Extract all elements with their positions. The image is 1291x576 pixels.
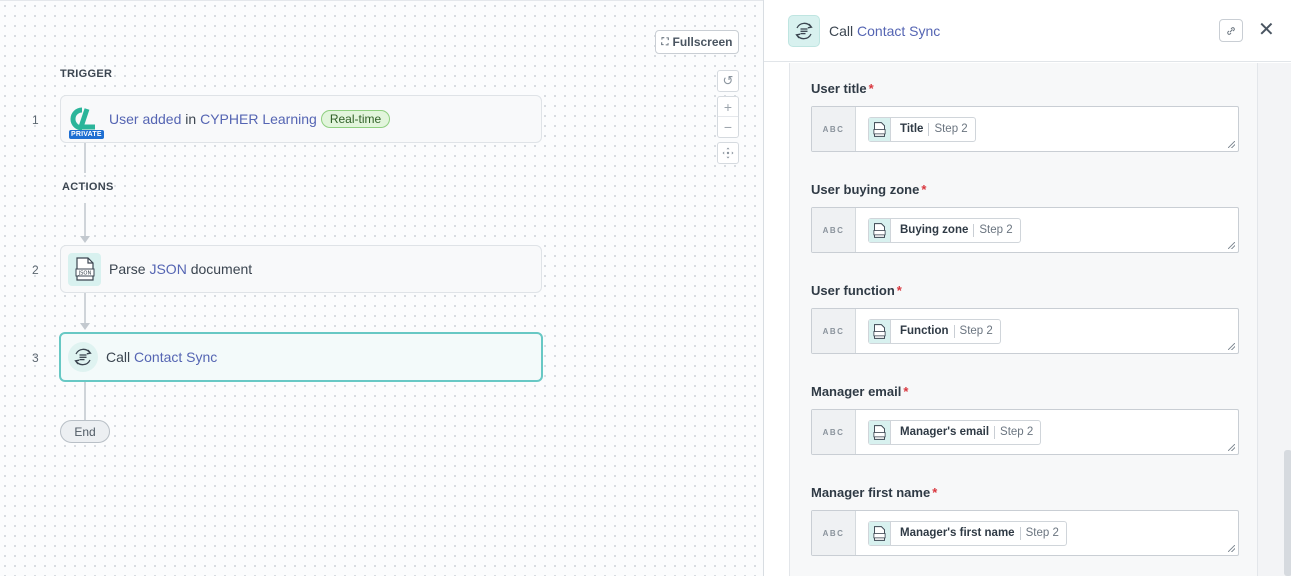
datapill-name: Manager's first name [900,527,1015,539]
resize-handle[interactable] [1228,545,1235,552]
trigger-app-link[interactable]: CYPHER Learning [200,111,317,127]
field-input-manager-first-name[interactable]: ABC Manager's first name Step 2 [811,510,1239,556]
end-node: End [60,420,110,443]
call-contact-sync-step-card[interactable]: Call Contact Sync [59,332,543,382]
json-file-icon [869,420,891,444]
trigger-label: TRIGGER [60,68,113,80]
reset-icon: ↺ [722,73,734,88]
datapill[interactable]: Manager's email Step 2 [868,419,1042,445]
resize-handle[interactable] [1228,141,1235,148]
cypher-learning-logo: PRIVATE [68,103,104,139]
type-tag: ABC [812,309,856,353]
field-label: User title * [811,81,874,96]
datapill-name: Title [900,123,924,135]
step-text: Call [106,349,135,365]
arrow-down-icon [80,236,90,243]
json-file-icon: JSON [68,252,101,286]
workflow-canvas[interactable]: ⛶ Fullscreen ↺ + − TRIGGER 1 PRIVATE Use… [0,0,763,576]
panel-title: Call Contact Sync [829,22,941,39]
close-icon[interactable]: ✕ [1258,20,1275,40]
datapill-step: Step 2 [1000,426,1034,438]
fullscreen-icon: ⛶ [661,36,669,48]
type-tag: ABC [812,511,856,555]
datapill-step: Step 2 [934,123,968,135]
datapill[interactable]: Title Step 2 [868,116,976,142]
field-label: User buying zone * [811,182,927,197]
realtime-badge: Real-time [320,110,391,128]
field-label: User function * [811,283,902,298]
resize-handle[interactable] [1228,343,1235,350]
json-file-icon [869,521,891,545]
datapill-step: Step 2 [959,325,993,337]
trigger-connector-text: in [181,111,201,127]
trigger-step-card[interactable]: PRIVATE User added in CYPHER Learning Re… [60,95,542,143]
svg-text:JSON: JSON [77,271,91,277]
datapill-name: Manager's email [900,426,990,438]
connector-line [84,203,86,236]
json-file-icon [869,218,891,242]
fullscreen-button[interactable]: ⛶ Fullscreen [655,30,739,54]
private-badge: PRIVATE [69,129,104,139]
fit-view-icon [722,147,734,159]
field-input-user-title[interactable]: ABC Title Step 2 [811,106,1239,152]
panel-header: Call Contact Sync ✕ [764,0,1291,62]
datapill[interactable]: Function Step 2 [868,318,1001,344]
type-tag: ABC [812,107,856,151]
form-scroll-area[interactable]: User title * ABC Title Step 2 User buying … [789,63,1258,576]
field-label: Manager first name * [811,485,938,500]
step-config-panel: Call Contact Sync ✕ User title * ABC Titl… [763,0,1291,576]
panel-title-link[interactable]: Contact Sync [857,23,940,39]
step-number: 1 [32,113,39,127]
scrollbar-thumb[interactable] [1284,450,1291,576]
type-tag: ABC [812,208,856,252]
step-link[interactable]: JSON [149,261,186,277]
step-text: Parse [109,261,150,277]
resize-handle[interactable] [1228,242,1235,249]
function-call-icon [68,342,98,372]
resize-handle[interactable] [1228,444,1235,451]
step-number: 3 [32,351,39,365]
step-number: 2 [32,263,39,277]
minus-icon: − [723,119,733,135]
fullscreen-label: Fullscreen [672,35,733,49]
connector-line [84,143,86,173]
json-file-icon [869,319,891,343]
field-input-user-function[interactable]: ABC Function Step 2 [811,308,1239,354]
copy-link-button[interactable] [1219,19,1243,42]
trigger-event-text: User added [109,111,182,127]
json-file-icon [869,117,891,141]
step-text: document [186,261,253,277]
datapill-name: Function [900,325,949,337]
step-link[interactable]: Contact Sync [134,349,217,365]
datapill-step: Step 2 [979,224,1013,236]
arrow-down-icon [80,323,90,330]
field-input-manager-email[interactable]: ABC Manager's email Step 2 [811,409,1239,455]
datapill-step: Step 2 [1025,527,1059,539]
zoom-controls: + − [717,96,739,138]
datapill[interactable]: Manager's first name Step 2 [868,520,1067,546]
datapill[interactable]: Buying zone Step 2 [868,217,1021,243]
connector-line [84,293,86,323]
connector-line [84,382,86,420]
fit-view-button[interactable] [717,142,739,164]
zoom-in-button[interactable]: + [718,97,738,117]
datapill-name: Buying zone [900,224,969,236]
plus-icon: + [723,98,733,115]
type-tag: ABC [812,410,856,454]
reset-zoom-button[interactable]: ↺ [717,70,739,92]
function-call-icon [788,14,820,47]
field-input-user-buying-zone[interactable]: ABC Buying zone Step 2 [811,207,1239,253]
link-icon [1227,26,1235,35]
zoom-out-button[interactable]: − [718,117,738,137]
parse-json-step-card[interactable]: JSON Parse JSON document [60,245,542,293]
field-label: Manager email * [811,384,909,399]
actions-label: ACTIONS [62,181,114,193]
